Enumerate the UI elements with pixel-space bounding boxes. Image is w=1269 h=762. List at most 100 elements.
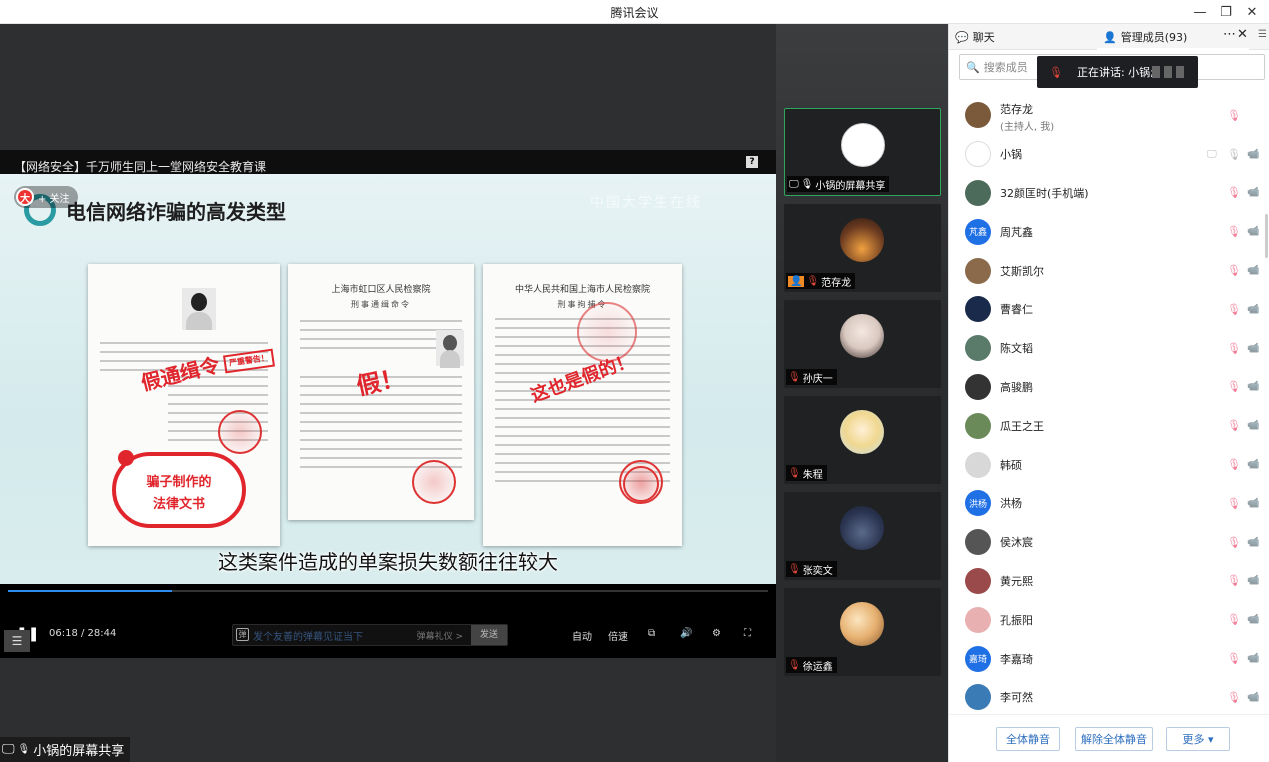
mic-icon[interactable]: 🎙	[1227, 148, 1241, 161]
member-row[interactable]: 黄元熙 🎙 📹	[949, 562, 1269, 601]
camera-off-icon[interactable]: 📹	[1247, 187, 1259, 198]
close-icon[interactable]: ✕	[1239, 2, 1265, 22]
gallery-tile-screen-share[interactable]: 🖵 🎙 小锅的屏幕共享	[784, 108, 941, 196]
more-options-icon[interactable]: ⋯	[1223, 27, 1236, 42]
mic-off-icon[interactable]: 🎙	[1227, 419, 1241, 432]
video-title: 【网络安全】千万师生同上一堂网络安全教育课	[14, 160, 267, 174]
tab-chat[interactable]: 💬 聊天	[955, 29, 995, 45]
member-name: 瓜王之王	[1000, 419, 1044, 433]
camera-off-icon[interactable]: 📹	[1247, 420, 1259, 431]
mic-off-icon[interactable]: 🎙	[1227, 613, 1241, 626]
member-row[interactable]: 嘉琦 李嘉琦 🎙 📹	[949, 639, 1269, 678]
camera-off-icon[interactable]: 📹	[1247, 226, 1259, 237]
member-row[interactable]: 陈文韬 🎙 📹	[949, 329, 1269, 368]
settings-gear-icon[interactable]: ⚙	[712, 628, 721, 639]
mic-off-icon[interactable]: 🎙	[1227, 109, 1241, 122]
camera-off-icon[interactable]: 📹	[1247, 265, 1259, 276]
quality-auto-button[interactable]: 自动	[572, 628, 592, 643]
member-name: 黄元熙	[1000, 574, 1033, 588]
callout-text: 骗子制作的 法律文书	[146, 475, 212, 512]
camera-off-icon[interactable]: 📹	[1247, 653, 1259, 664]
mic-off-icon: 🎙	[788, 659, 801, 671]
member-row[interactable]: 韩硕 🎙 📹	[949, 445, 1269, 484]
member-row[interactable]: 芃鑫 周芃鑫 🎙 📹	[949, 212, 1269, 251]
mic-off-icon[interactable]: 🎙	[1227, 303, 1241, 316]
camera-off-icon[interactable]: 📹	[1247, 498, 1259, 509]
member-name: 范存龙	[1000, 103, 1033, 116]
mic-off-icon: 🎙	[788, 563, 801, 575]
camera-off-icon[interactable]: 📹	[1247, 614, 1259, 625]
mic-off-icon: 🎙	[806, 275, 820, 287]
slide-title: 电信网络诈骗的高发类型	[66, 200, 286, 224]
member-row[interactable]: 小锅 🖵 🎙 📹	[949, 135, 1269, 174]
callout-dot	[118, 450, 134, 466]
mute-all-button[interactable]: 全体静音	[996, 727, 1060, 751]
doc2-subheading: 刑事通缉命令	[351, 300, 411, 309]
more-button[interactable]: 更多 ▾	[1166, 727, 1230, 751]
member-row[interactable]: 李可然 🎙 📹	[949, 678, 1269, 717]
tile-name-label: 🎙 徐运鑫	[786, 657, 837, 673]
member-name: 李嘉琦	[1000, 652, 1033, 666]
member-row[interactable]: 高骏鹏 🎙 📹	[949, 368, 1269, 407]
member-row[interactable]: 孔振阳 🎙 📹	[949, 600, 1269, 639]
mic-off-icon[interactable]: 🎙	[1227, 458, 1241, 471]
danmu-toggle-icon[interactable]: 弹	[236, 628, 249, 641]
member-row[interactable]: 曹睿仁 🎙 📹	[949, 290, 1269, 329]
video-player[interactable]: 【网络安全】千万师生同上一堂网络安全教育课 ? 电信网络诈骗的高发类型 中国大学…	[0, 150, 776, 658]
playback-speed-button[interactable]: 倍速	[608, 628, 628, 643]
mic-off-icon[interactable]: 🎙	[1227, 225, 1241, 238]
camera-off-icon[interactable]: 📹	[1247, 575, 1259, 586]
mic-off-icon[interactable]: 🎙	[1227, 380, 1241, 393]
fullscreen-icon[interactable]: ⛶	[744, 628, 751, 639]
pip-icon[interactable]: ⧉	[648, 628, 655, 639]
avatar	[840, 410, 884, 454]
follow-button[interactable]: 大 + 关注	[14, 186, 78, 208]
mic-icon: 🎙	[1049, 65, 1063, 79]
restore-icon[interactable]: ❐	[1213, 2, 1239, 22]
gallery-tile[interactable]: 🎙 孙庆一	[784, 300, 941, 388]
avatar	[965, 179, 991, 206]
camera-off-icon[interactable]: 📹	[1247, 692, 1259, 703]
camera-off-icon[interactable]: 📹	[1247, 459, 1259, 470]
suspect-photo-2	[436, 330, 464, 368]
member-row[interactable]: 艾斯凯尔 🎙 📹	[949, 251, 1269, 290]
camera-off-icon[interactable]: 📹	[1247, 343, 1259, 354]
member-row[interactable]: 范存龙 (主持人, 我) 🎙	[949, 96, 1269, 135]
camera-off-icon[interactable]: 📹	[1247, 381, 1259, 392]
gallery-tile[interactable]: 🎙 朱程	[784, 396, 941, 484]
member-row[interactable]: 瓜王之王 🎙 📹	[949, 406, 1269, 445]
danmu-etiquette-link[interactable]: 弹幕礼仪 >	[417, 629, 463, 642]
mic-off-icon[interactable]: 🎙	[1227, 497, 1241, 510]
panel-menu-icon[interactable]: ☰	[1258, 29, 1267, 40]
mic-off-icon[interactable]: 🎙	[1227, 186, 1241, 199]
mic-off-icon[interactable]: 🎙	[1227, 652, 1241, 665]
panel-close-icon[interactable]: ✕	[1237, 27, 1248, 42]
danmu-send-button[interactable]: 发送	[471, 625, 507, 645]
screen-share-icon: 🖵	[2, 742, 15, 757]
progress-bar[interactable]	[8, 590, 768, 592]
volume-icon[interactable]: 🔊	[680, 628, 692, 639]
gallery-tile-host[interactable]: 👤 🎙 范存龙	[784, 204, 941, 292]
gallery-tile[interactable]: 🎙 徐运鑫	[784, 588, 941, 676]
gallery-tile[interactable]: 🎙 张奕文	[784, 492, 941, 580]
member-row[interactable]: 侯沐宸 🎙 📹	[949, 523, 1269, 562]
minimize-icon[interactable]: —	[1187, 2, 1213, 22]
playlist-icon[interactable]: ☰	[4, 630, 30, 652]
camera-off-icon[interactable]: 📹	[1247, 149, 1259, 160]
tab-members[interactable]: 👤 管理成员(93)	[1103, 29, 1187, 45]
avatar	[965, 373, 991, 400]
camera-off-icon[interactable]: 📹	[1247, 304, 1259, 315]
unmute-all-button[interactable]: 解除全体静音	[1075, 727, 1153, 751]
mic-off-icon[interactable]: 🎙	[1227, 574, 1241, 587]
mic-off-icon[interactable]: 🎙	[1227, 536, 1241, 549]
help-icon[interactable]: ?	[746, 156, 758, 168]
member-row[interactable]: 32颜匡时(手机端) 🎙 📹	[949, 174, 1269, 213]
camera-off-icon[interactable]: 📹	[1247, 537, 1259, 548]
member-row[interactable]: 洪杨 洪杨 🎙 📹	[949, 484, 1269, 523]
mic-off-icon[interactable]: 🎙	[1227, 691, 1241, 704]
member-list-scrollbar[interactable]	[1265, 214, 1268, 258]
avatar	[965, 529, 991, 556]
danmu-input[interactable]: 弹 发个友善的弹幕见证当下 弹幕礼仪 > 发送	[232, 624, 508, 646]
mic-off-icon[interactable]: 🎙	[1227, 342, 1241, 355]
mic-off-icon[interactable]: 🎙	[1227, 264, 1241, 277]
